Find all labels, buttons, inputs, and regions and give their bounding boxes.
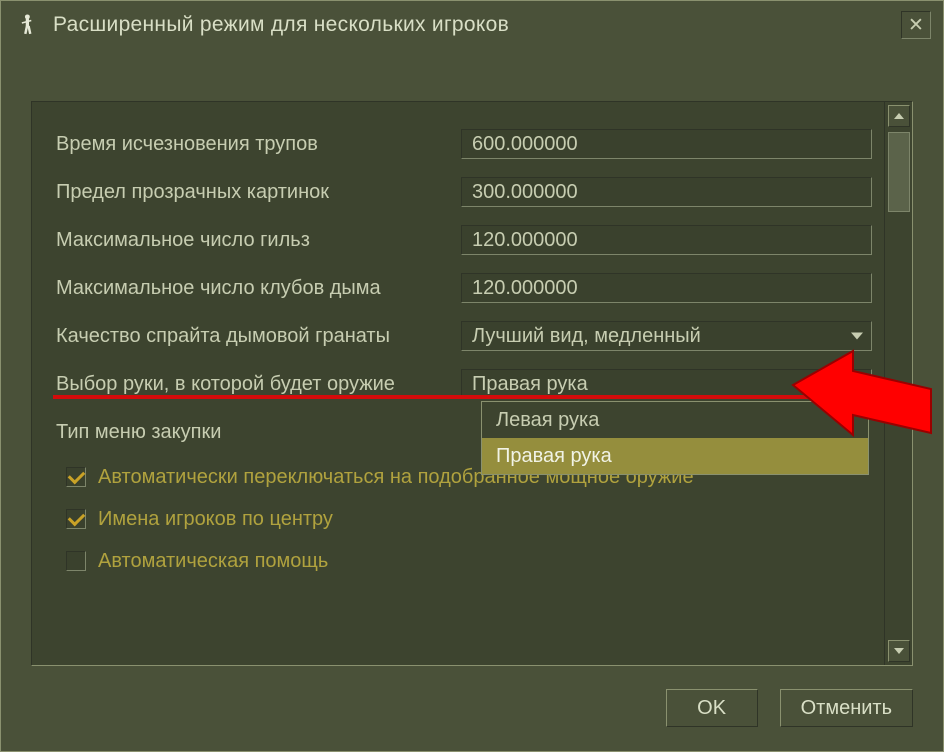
- corpse-time-input[interactable]: 600.000000: [461, 129, 872, 159]
- auto-help-checkbox[interactable]: [66, 551, 86, 571]
- weapon-hand-dropdown-menu: Левая рука Правая рука: [481, 401, 869, 475]
- cs-logo-icon: [15, 11, 43, 39]
- scroll-down-button[interactable]: [888, 640, 910, 662]
- setting-label: Выбор руки, в которой будет оружие: [56, 373, 461, 396]
- checkbox-row-center-names: Имена игроков по центру: [56, 498, 872, 540]
- smoke-quality-dropdown[interactable]: Лучший вид, медленный: [461, 321, 872, 351]
- setting-row-smoke-puffs: Максимальное число клубов дыма 120.00000…: [56, 264, 872, 312]
- setting-row-smoke-quality: Качество спрайта дымовой гранаты Лучший …: [56, 312, 872, 360]
- dropdown-option-right-hand[interactable]: Правая рука: [482, 438, 868, 474]
- checkbox-label: Автоматическая помощь: [98, 550, 328, 573]
- checkbox-label: Имена игроков по центру: [98, 508, 333, 531]
- shells-input[interactable]: 120.000000: [461, 225, 872, 255]
- content-panel: Время исчезновения трупов 600.000000 Пре…: [31, 101, 913, 666]
- setting-row-decal-limit: Предел прозрачных картинок 300.000000: [56, 168, 872, 216]
- dropdown-option-left-hand[interactable]: Левая рука: [482, 402, 868, 438]
- close-button[interactable]: ✕: [901, 11, 931, 39]
- checkbox-row-auto-help: Автоматическая помощь: [56, 540, 872, 582]
- triangle-down-icon: [894, 648, 904, 654]
- chevron-down-icon: [851, 333, 863, 340]
- setting-label: Качество спрайта дымовой гранаты: [56, 325, 461, 348]
- dropdown-value: Лучший вид, медленный: [472, 325, 701, 348]
- decal-limit-input[interactable]: 300.000000: [461, 177, 872, 207]
- setting-row-corpse-time: Время исчезновения трупов 600.000000: [56, 120, 872, 168]
- setting-row-shells: Максимальное число гильз 120.000000: [56, 216, 872, 264]
- scrollbar[interactable]: [884, 102, 912, 665]
- center-names-checkbox[interactable]: [66, 509, 86, 529]
- setting-label: Предел прозрачных картинок: [56, 181, 461, 204]
- window-title: Расширенный режим для нескольких игроков: [53, 13, 901, 37]
- scroll-thumb[interactable]: [888, 132, 910, 212]
- settings-window: Расширенный режим для нескольких игроков…: [0, 0, 944, 752]
- annotation-underline: [53, 395, 861, 399]
- auto-switch-checkbox[interactable]: [66, 467, 86, 487]
- chevron-down-icon: [851, 381, 863, 388]
- cancel-button[interactable]: Отменить: [780, 689, 913, 727]
- close-icon: ✕: [908, 14, 924, 37]
- dropdown-value: Правая рука: [472, 373, 588, 396]
- setting-label: Время исчезновения трупов: [56, 133, 461, 156]
- scroll-area: Время исчезновения трупов 600.000000 Пре…: [32, 102, 884, 665]
- setting-label: Максимальное число клубов дыма: [56, 277, 461, 300]
- triangle-up-icon: [894, 113, 904, 119]
- smoke-puffs-input[interactable]: 120.000000: [461, 273, 872, 303]
- ok-button[interactable]: OK: [666, 689, 758, 727]
- setting-label: Тип меню закупки: [56, 421, 461, 444]
- setting-label: Максимальное число гильз: [56, 229, 461, 252]
- scroll-up-button[interactable]: [888, 105, 910, 127]
- titlebar: Расширенный режим для нескольких игроков…: [1, 1, 943, 53]
- footer-buttons: OK Отменить: [666, 689, 913, 727]
